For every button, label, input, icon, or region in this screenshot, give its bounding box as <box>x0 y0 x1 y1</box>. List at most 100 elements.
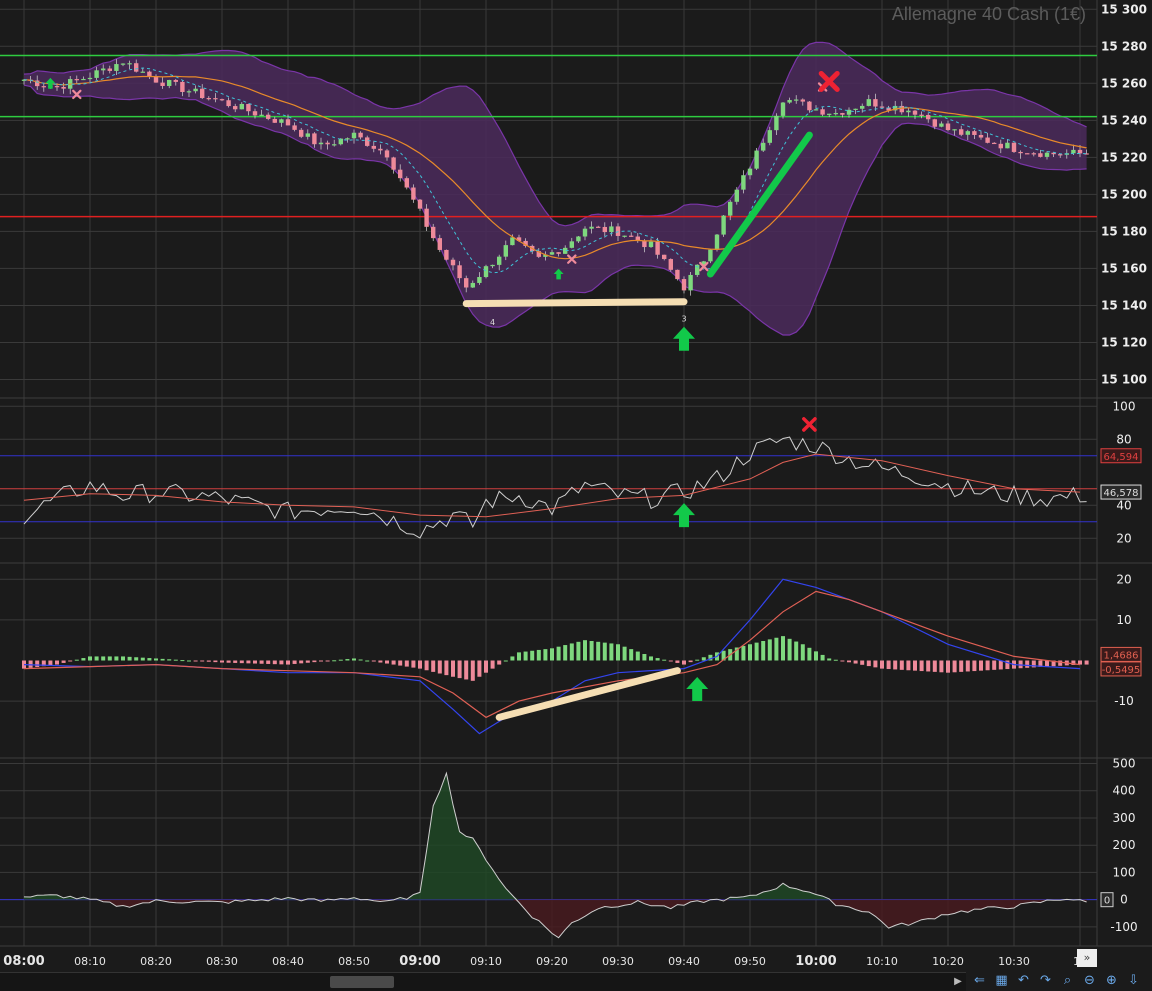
y-tick-label: 500 <box>1113 756 1136 770</box>
histogram-bar <box>398 660 403 666</box>
histogram-bar <box>609 643 614 661</box>
y-tick-label: 15 160 <box>1101 261 1147 275</box>
candle-body <box>688 274 693 291</box>
histogram-bar <box>424 660 429 671</box>
histogram-bar <box>536 649 541 661</box>
histogram-bar <box>444 660 449 676</box>
histogram-bar <box>484 660 488 673</box>
candle-body <box>510 237 515 246</box>
histogram-bar <box>886 660 891 670</box>
candle-body <box>134 63 139 72</box>
candle-body <box>965 131 970 135</box>
candle-body <box>576 236 581 242</box>
instrument-title: Allemagne 40 Cash (1€) <box>891 4 1086 24</box>
candle-body <box>754 150 759 169</box>
candle-body <box>794 99 799 101</box>
histogram-bar <box>629 649 634 661</box>
histogram-bar <box>160 658 165 661</box>
scroll-thumb[interactable] <box>330 976 394 988</box>
zoom-in-icon[interactable]: ⊕ <box>1102 972 1121 990</box>
zoom-out-icon[interactable]: ⊖ <box>1080 972 1099 990</box>
histogram-bar <box>147 658 152 661</box>
x-tick-label: 08:30 <box>206 955 238 968</box>
histogram-bar <box>411 660 416 668</box>
histogram-bar <box>866 660 871 667</box>
support-trend-annotation <box>462 298 688 308</box>
histogram-bar <box>154 658 158 661</box>
candle-body <box>556 252 561 254</box>
x-tick-label: 09:50 <box>734 955 766 968</box>
histogram-bar <box>418 660 422 669</box>
candle-body <box>101 68 106 71</box>
candle-body <box>840 113 845 115</box>
candle-body <box>404 178 409 188</box>
y-tick-label: 300 <box>1113 811 1136 825</box>
scroll-right-arrow[interactable]: ▶ <box>952 975 964 989</box>
swing-count-label: 4 <box>490 318 495 327</box>
x-tick-label: 10:20 <box>932 955 964 968</box>
candle-body <box>622 235 627 237</box>
back-to-start-icon[interactable]: ⇐ <box>970 972 989 990</box>
candle-body <box>833 113 838 115</box>
x-tick-label: 09:20 <box>536 955 568 968</box>
y-tick-label: -10 <box>1114 694 1134 708</box>
candle-body <box>972 131 977 135</box>
histogram-bar <box>28 660 33 668</box>
undo-icon[interactable]: ↶ <box>1014 972 1033 990</box>
candle-body <box>721 215 726 235</box>
histogram-bar <box>847 660 851 663</box>
candle-body <box>332 144 337 146</box>
histogram-bar <box>761 641 766 661</box>
histogram-bar <box>748 644 752 661</box>
histogram-bar <box>206 660 211 662</box>
histogram-bar <box>385 660 389 664</box>
candle-body <box>681 279 687 291</box>
candle-body <box>497 256 502 265</box>
candle-body <box>325 142 330 145</box>
candle-body <box>1011 142 1017 152</box>
y-tick-label: 100 <box>1113 399 1136 413</box>
histogram-bar <box>404 660 409 667</box>
candle-body <box>800 99 805 102</box>
histogram-bar <box>180 660 185 662</box>
histogram-bar <box>919 660 924 672</box>
x-tick-label: 09:10 <box>470 955 502 968</box>
calendar-icon[interactable]: ▦ <box>992 972 1011 990</box>
x-tick-label: 10:10 <box>866 955 898 968</box>
x-tick-label: 09:30 <box>602 955 634 968</box>
histogram-bar <box>193 660 198 662</box>
histogram-bar <box>35 660 40 667</box>
download-icon[interactable]: ⇩ <box>1124 972 1143 990</box>
time-scrollbar[interactable]: ▶ <box>0 972 966 991</box>
candle-body <box>919 114 924 116</box>
candle-body <box>246 103 251 112</box>
candle-body <box>1038 153 1043 157</box>
candle-body <box>708 249 713 262</box>
histogram-bar <box>345 659 350 661</box>
candle-body <box>424 208 429 227</box>
histogram-bar <box>246 660 251 664</box>
histogram-bar <box>688 660 693 663</box>
histogram-bar <box>635 651 640 661</box>
histogram-bar <box>602 642 607 661</box>
histogram-bar <box>464 660 469 680</box>
x-tick-label: 08:40 <box>272 955 304 968</box>
histogram-bar <box>292 660 297 664</box>
y-tick-label: 100 <box>1113 865 1136 879</box>
redo-icon[interactable]: ↷ <box>1036 972 1055 990</box>
histogram-bar <box>477 660 482 677</box>
histogram-bar <box>88 656 92 661</box>
scroll-latest-button[interactable]: » <box>1077 949 1097 967</box>
zoom-select-icon[interactable]: ⌕ <box>1058 972 1077 990</box>
value-badge-label: 46,578 <box>1104 488 1139 499</box>
histogram-bar <box>437 660 442 674</box>
histogram-bar <box>140 657 145 661</box>
histogram-bar <box>134 657 139 661</box>
histogram-bar <box>167 659 172 661</box>
histogram-bar <box>1025 660 1030 668</box>
candle-body <box>978 134 984 138</box>
y-tick-label: 80 <box>1116 432 1131 446</box>
histogram-bar <box>583 640 587 661</box>
candle-body <box>483 266 489 278</box>
y-tick-label: 200 <box>1113 838 1136 852</box>
